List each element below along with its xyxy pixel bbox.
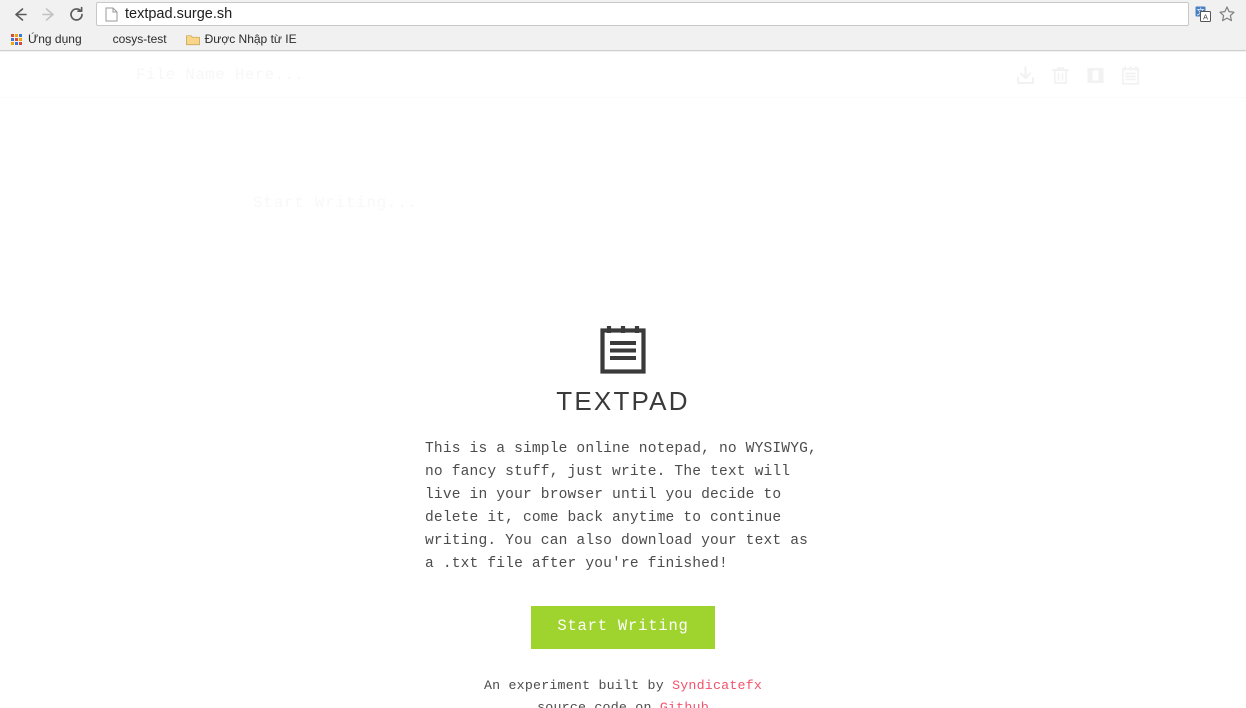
start-writing-button[interactable]: Start Writing — [531, 606, 715, 649]
bookmark-label: Ứng dụng — [28, 32, 82, 46]
svg-text:A: A — [1202, 13, 1207, 22]
trash-icon[interactable] — [1049, 64, 1071, 86]
bookmark-apps[interactable]: Ứng dụng — [7, 29, 89, 49]
folder-icon — [185, 32, 200, 46]
browser-toolbar: textpad.surge.sh 文 A — [0, 0, 1246, 28]
page-title: TEXTPAD — [556, 386, 690, 416]
omnibox-actions: 文 A — [1193, 5, 1240, 24]
address-bar[interactable]: textpad.surge.sh — [96, 2, 1189, 26]
reload-icon — [69, 6, 83, 21]
page-icon — [103, 6, 119, 22]
bookmark-label: Được Nhập từ IE — [204, 32, 297, 46]
notepad-logo-icon — [600, 326, 646, 374]
intro-panel: TEXTPAD This is a simple online notepad,… — [0, 324, 1246, 708]
translate-icon[interactable]: 文 A — [1193, 5, 1212, 24]
url-text: textpad.surge.sh — [125, 6, 233, 22]
app-header — [0, 52, 1246, 98]
bookmarks-bar: Ứng dụng cosys-test Được Nhập từ IE — [0, 28, 1246, 51]
theme-toggle-icon[interactable] — [1084, 64, 1106, 86]
footer-line-2: source code on Github — [484, 697, 762, 708]
apps-grid-icon — [9, 32, 23, 46]
bookmark-folder-ie[interactable]: Được Nhập từ IE — [184, 29, 304, 49]
footer-source-text: source code on — [537, 699, 660, 708]
back-arrow-icon — [14, 7, 27, 21]
github-link[interactable]: Github — [660, 700, 709, 708]
bookmark-star-icon[interactable] — [1217, 5, 1236, 24]
browser-chrome: textpad.surge.sh 文 A — [0, 0, 1246, 52]
footer-line-1: An experiment built by Syndicatefx — [484, 675, 762, 697]
footer-credit-text: An experiment built by — [483, 677, 673, 693]
editor-toolbar — [1014, 64, 1141, 86]
author-link[interactable]: Syndicatefx — [672, 678, 762, 693]
bookmark-label: cosys-test — [112, 32, 167, 46]
back-button[interactable] — [6, 1, 34, 27]
forward-arrow-icon — [41, 7, 54, 21]
intro-description: This is a simple online notepad, no WYSI… — [425, 441, 817, 572]
download-icon[interactable] — [1014, 64, 1036, 86]
footer: An experiment built by Syndicatefx sourc… — [484, 675, 762, 708]
editor-placeholder-text: Start Writing... — [253, 194, 418, 212]
reload-button[interactable] — [62, 1, 90, 27]
forward-button[interactable] — [34, 1, 62, 27]
file-name-input[interactable] — [136, 66, 536, 84]
notepad-icon[interactable] — [1119, 64, 1141, 86]
bookmark-cosys-test[interactable]: cosys-test — [111, 29, 174, 49]
page-content: Start Writing... TEXTPAD This is a simpl… — [0, 52, 1246, 708]
